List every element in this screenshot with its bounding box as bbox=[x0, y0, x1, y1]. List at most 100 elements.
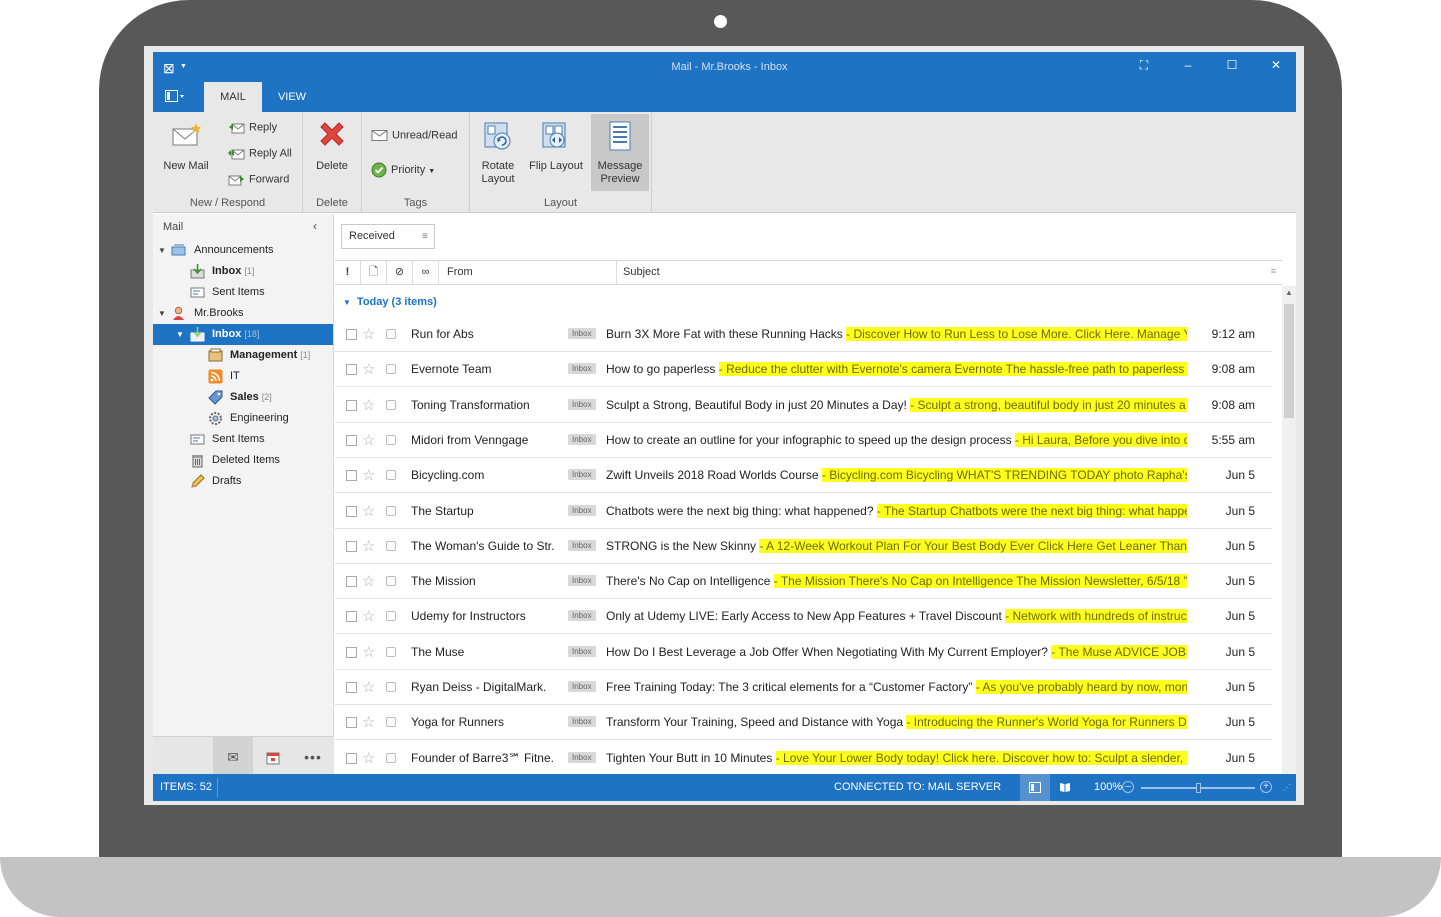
row-checkbox[interactable] bbox=[346, 682, 357, 693]
row-checkbox[interactable] bbox=[346, 399, 357, 411]
from-column-header[interactable]: From bbox=[439, 261, 617, 284]
table-row[interactable]: ☆ Ryan Deiss - DigitalMark. Inbox Free Trai… bbox=[335, 670, 1272, 705]
delete-button[interactable]: Delete bbox=[308, 120, 356, 173]
flag-icon[interactable] bbox=[386, 646, 396, 657]
flag-icon[interactable] bbox=[386, 576, 396, 587]
table-row[interactable]: ☆ Midori from Venngage Inbox How to create … bbox=[335, 423, 1272, 458]
scrollbar-thumb[interactable] bbox=[1284, 304, 1294, 418]
account-mr-brooks[interactable]: ▼ Mr.Brooks bbox=[153, 303, 333, 324]
table-row[interactable]: ☆ Founder of Barre3℠ Fitne. Inbox Tighten Y… bbox=[335, 741, 1272, 776]
row-checkbox[interactable] bbox=[346, 364, 357, 376]
flag-icon[interactable] bbox=[386, 329, 396, 339]
flag-icon[interactable] bbox=[386, 505, 396, 516]
folder-inbox[interactable]: ▼ Inbox [18] bbox=[153, 324, 333, 345]
folder-management[interactable]: Management [1] bbox=[153, 345, 333, 366]
sort-dropdown[interactable]: Received ≡ bbox=[341, 224, 435, 249]
zoom-in-icon[interactable]: + bbox=[1260, 781, 1272, 793]
table-row[interactable]: ☆ Yoga for Runners Inbox Transform Your Tra… bbox=[335, 705, 1272, 741]
flag-icon[interactable] bbox=[386, 399, 396, 410]
table-row[interactable]: ☆ Run for Abs Inbox Burn 3X More Fat with t… bbox=[335, 317, 1272, 352]
star-icon[interactable]: ☆ bbox=[362, 502, 375, 520]
folder-drafts[interactable]: Drafts bbox=[153, 471, 333, 492]
row-checkbox[interactable] bbox=[346, 646, 357, 658]
flag-icon[interactable] bbox=[386, 364, 396, 375]
star-icon[interactable]: ☆ bbox=[362, 572, 375, 590]
resize-grip-icon[interactable]: ⋰ bbox=[1283, 774, 1291, 801]
group-header-today[interactable]: ▼ Today (3 items) bbox=[343, 296, 437, 308]
folder-sent-items[interactable]: Sent Items bbox=[153, 429, 333, 450]
minimize-icon[interactable]: – bbox=[1178, 58, 1198, 72]
zoom-out-icon[interactable]: – bbox=[1122, 781, 1134, 793]
folder-announcements[interactable]: ▼ Announcements bbox=[153, 240, 333, 261]
item-type-column-icon[interactable]: 🗋 bbox=[361, 261, 387, 284]
folder-inbox-announcements[interactable]: Inbox [1] bbox=[153, 261, 333, 282]
tab-mail[interactable]: MAIL bbox=[204, 82, 262, 112]
subject-column-header[interactable]: Subject bbox=[617, 261, 1282, 284]
folder-sales[interactable]: Sales [2] bbox=[153, 387, 333, 408]
row-checkbox[interactable] bbox=[346, 434, 357, 446]
row-checkbox[interactable] bbox=[346, 717, 357, 729]
expand-arrow-icon[interactable]: ▼ bbox=[176, 324, 184, 345]
vertical-scrollbar[interactable]: ▲ bbox=[1282, 286, 1296, 774]
star-icon[interactable]: ☆ bbox=[362, 325, 375, 343]
flag-icon[interactable] bbox=[386, 752, 396, 763]
calendar-module-icon[interactable] bbox=[253, 737, 293, 777]
table-row[interactable]: ☆ The Muse Inbox How Do I Best Leverage a J… bbox=[335, 635, 1272, 670]
fullscreen-icon[interactable]: ⛶ bbox=[1134, 58, 1154, 73]
more-modules-icon[interactable]: ••• bbox=[293, 737, 333, 777]
normal-view-button[interactable] bbox=[1020, 774, 1050, 801]
forward-button[interactable]: Forward bbox=[228, 172, 289, 187]
row-checkbox[interactable] bbox=[346, 470, 357, 482]
flag-icon[interactable] bbox=[386, 470, 396, 481]
star-icon[interactable]: ☆ bbox=[362, 396, 375, 414]
table-row[interactable]: ☆ Bicycling.com Inbox Zwift Unveils 2018 Ro… bbox=[335, 458, 1272, 494]
priority-dropdown[interactable]: Priority ▼ bbox=[371, 162, 435, 178]
expand-arrow-icon[interactable]: ▼ bbox=[158, 303, 166, 324]
column-filter-icon[interactable]: ≡ bbox=[1271, 266, 1276, 276]
flag-icon[interactable] bbox=[386, 540, 396, 551]
table-row[interactable]: ☆ Evernote Team Inbox How to go paperless -… bbox=[335, 352, 1272, 388]
row-checkbox[interactable] bbox=[346, 576, 357, 588]
folder-sent-announcements[interactable]: Sent Items bbox=[153, 282, 333, 303]
close-icon[interactable]: ✕ bbox=[1266, 58, 1286, 72]
expand-arrow-icon[interactable]: ▼ bbox=[158, 240, 166, 261]
row-checkbox[interactable] bbox=[346, 752, 357, 764]
table-row[interactable]: ☆ The Startup Inbox Chatbots were the next … bbox=[335, 494, 1272, 529]
zoom-slider-thumb[interactable] bbox=[1196, 783, 1201, 793]
unread-read-button[interactable]: Unread/Read bbox=[371, 129, 457, 142]
importance-column-icon[interactable]: ! bbox=[335, 261, 361, 284]
star-icon[interactable]: ☆ bbox=[362, 537, 375, 555]
flag-column-icon[interactable]: ∞ bbox=[413, 261, 439, 284]
folder-engineering[interactable]: Engineering bbox=[153, 408, 333, 429]
reply-button[interactable]: Reply bbox=[228, 120, 277, 135]
star-icon[interactable]: ☆ bbox=[362, 607, 375, 625]
collapse-pane-icon[interactable]: ‹ bbox=[313, 219, 317, 233]
collapse-group-icon[interactable]: ▼ bbox=[343, 298, 351, 307]
star-icon[interactable]: ☆ bbox=[362, 713, 375, 731]
attachment-column-icon[interactable]: ⊘ bbox=[387, 261, 413, 284]
row-checkbox[interactable] bbox=[346, 505, 357, 517]
row-checkbox[interactable] bbox=[346, 540, 357, 552]
flag-icon[interactable] bbox=[386, 611, 396, 622]
star-icon[interactable]: ☆ bbox=[362, 749, 375, 767]
row-checkbox[interactable] bbox=[346, 611, 357, 623]
message-preview-button[interactable]: Message Preview bbox=[591, 114, 649, 191]
table-row[interactable]: ☆ Toning Transformation Inbox Sculpt a Stro… bbox=[335, 388, 1272, 423]
tab-view[interactable]: VIEW bbox=[263, 82, 321, 112]
folder-it[interactable]: IT bbox=[153, 366, 333, 387]
reply-all-button[interactable]: Reply All bbox=[228, 146, 292, 161]
view-toggle-icon[interactable] bbox=[165, 90, 185, 105]
folder-deleted-items[interactable]: Deleted Items bbox=[153, 450, 333, 471]
flag-icon[interactable] bbox=[386, 717, 396, 728]
row-checkbox[interactable] bbox=[346, 329, 357, 340]
star-icon[interactable]: ☆ bbox=[362, 678, 375, 696]
star-icon[interactable]: ☆ bbox=[362, 431, 375, 449]
scroll-up-icon[interactable]: ▲ bbox=[1285, 288, 1293, 297]
table-row[interactable]: ☆ Udemy for Instructors Inbox Only at Udemy… bbox=[335, 599, 1272, 635]
flip-layout-button[interactable]: Flip Layout bbox=[526, 120, 586, 173]
mail-module-icon[interactable]: ✉ bbox=[213, 737, 253, 777]
star-icon[interactable]: ☆ bbox=[362, 643, 375, 661]
table-row[interactable]: ☆ The Woman's Guide to Str. Inbox STRONG is… bbox=[335, 529, 1272, 564]
new-mail-button[interactable]: New Mail bbox=[158, 120, 214, 173]
flag-icon[interactable] bbox=[386, 434, 396, 445]
